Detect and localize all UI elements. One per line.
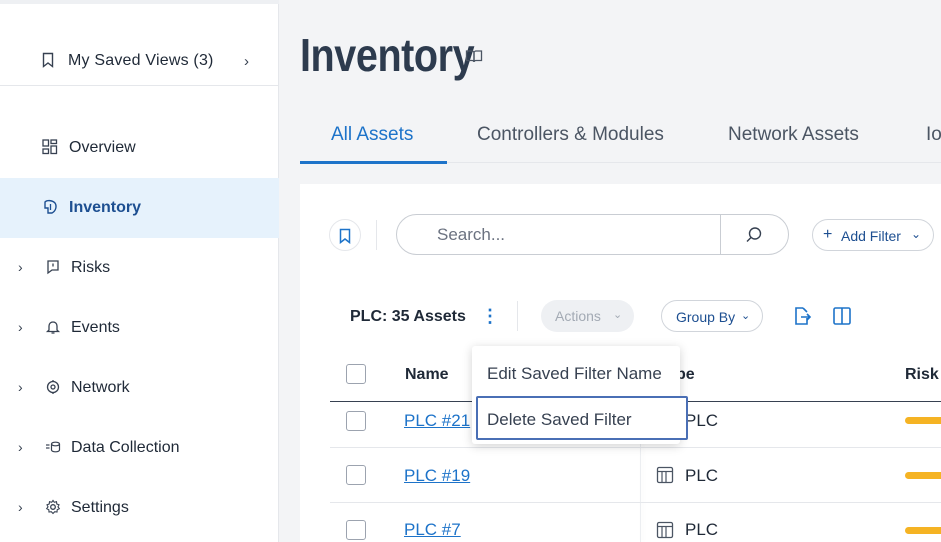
save-view-button[interactable] [329,219,361,251]
chevron-down-icon: ⌄ [741,310,751,322]
chevron-right-icon: › [18,499,23,515]
add-filter-button[interactable]: + Add Filter ⌄ [812,219,934,251]
dashboard-icon [42,139,58,155]
gear-icon [45,499,61,515]
tab-all-assets[interactable]: All Assets [331,124,413,146]
chevron-right-icon: › [18,439,23,455]
plc-icon [656,521,674,539]
network-icon [46,380,60,394]
tab-iot[interactable]: Io [926,124,941,146]
group-by-label: Group By [676,309,736,325]
asset-type: PLC [685,466,719,485]
risk-bar [905,417,941,424]
active-tab-indicator [300,161,447,164]
book-icon[interactable] [465,48,483,64]
saved-filter-menu: Edit Saved Filter Name Delete Saved Filt… [472,346,688,444]
sidebar: My Saved Views (3) › Overview Inventory … [0,0,279,542]
toolbar-divider [517,301,518,331]
search-divider [720,215,721,254]
sidebar-item-label: Inventory [69,199,142,216]
plc-icon [656,466,674,484]
sidebar-item-inventory[interactable]: Inventory [0,178,279,238]
sidebar-item-label: Network [71,379,130,396]
tab-network-assets[interactable]: Network Assets [728,124,859,146]
row-checkbox[interactable] [346,411,366,431]
inventory-icon [44,199,57,214]
sidebar-item-risks[interactable]: › Risks [0,238,279,298]
row-divider [330,447,941,448]
toolbar-divider [376,220,377,250]
chevron-right-icon: › [18,319,23,335]
bell-icon [45,321,61,334]
export-icon[interactable] [792,306,812,326]
sidebar-item-label: Events [71,319,120,336]
add-filter-label: Add Filter [841,228,901,244]
sidebar-item-settings[interactable]: › Settings [0,478,279,538]
column-header-name[interactable]: Name [405,366,449,384]
chevron-down-icon: ⌄ [613,309,623,321]
search-icon[interactable] [745,226,763,244]
plus-icon: + [823,226,833,243]
bookmark-icon [42,52,54,68]
chevron-right-icon: › [18,379,23,395]
chevron-right-icon: › [18,259,23,275]
row-checkbox[interactable] [346,520,366,540]
asset-type: PLC [685,520,719,539]
menu-item-delete-saved-filter[interactable]: Delete Saved Filter [476,396,688,440]
sidebar-item-label: Data Collection [71,439,180,456]
row-checkbox[interactable] [346,465,366,485]
select-all-checkbox[interactable] [346,364,366,384]
more-options-icon[interactable]: ⋮ [481,306,499,326]
asset-type: PLC [685,411,719,430]
asset-count: PLC: 35 Assets [350,308,466,325]
tab-bar: All Assets Controllers & Modules Network… [300,110,941,164]
data-collection-icon [46,441,61,453]
risks-icon [47,260,59,275]
asset-name-link[interactable]: PLC #7 [404,520,461,540]
sidebar-item-label: Settings [71,499,129,516]
row-divider [330,502,941,503]
sidebar-item-network[interactable]: › Network [0,358,279,418]
sidebar-item-data-collection[interactable]: › Data Collection [0,418,279,478]
risk-bar [905,472,941,479]
actions-label: Actions [555,308,601,324]
sidebar-item-events[interactable]: › Events [0,298,279,358]
menu-item-edit-saved-filter-name[interactable]: Edit Saved Filter Name [472,350,680,394]
actions-button[interactable]: Actions ⌄ [541,300,634,332]
my-saved-views[interactable]: My Saved Views (3) › [0,36,279,86]
columns-icon[interactable] [832,306,852,326]
sidebar-top-strip [0,0,279,4]
risk-bar [905,527,941,534]
sidebar-item-overview[interactable]: Overview [0,118,279,178]
sidebar-item-label: Overview [69,139,136,156]
saved-views-label: My Saved Views (3) [68,52,214,69]
asset-name-link[interactable]: PLC #21 [404,411,470,431]
menu-item-label: Edit Saved Filter Name [487,364,662,383]
search-input[interactable] [437,225,707,245]
page-title: Inventory [300,29,475,81]
column-header-risk[interactable]: Risk [905,366,939,384]
chevron-down-icon: ⌄ [911,227,922,241]
bookmark-icon [339,228,351,244]
tab-controllers-modules[interactable]: Controllers & Modules [477,124,664,146]
sidebar-item-label: Risks [71,259,111,276]
chevron-right-icon: › [244,53,249,70]
asset-name-link[interactable]: PLC #19 [404,466,470,486]
group-by-button[interactable]: Group By ⌄ [661,300,763,332]
menu-item-label: Delete Saved Filter [487,410,632,429]
search-box [396,214,789,255]
